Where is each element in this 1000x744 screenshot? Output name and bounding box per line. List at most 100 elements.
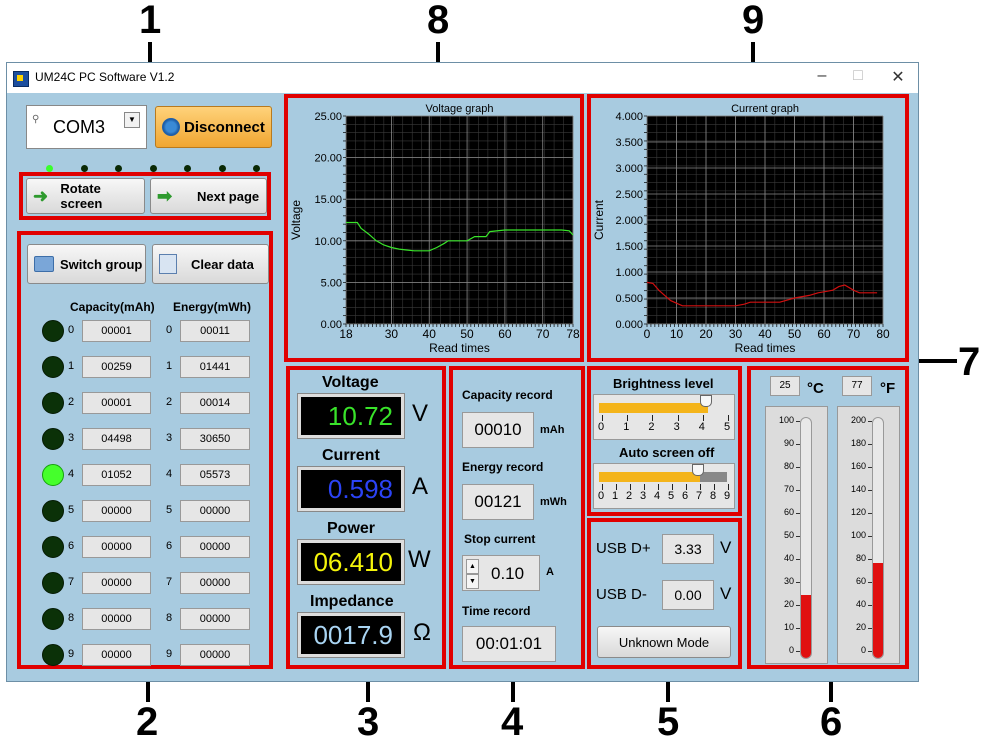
group-index: 3 bbox=[68, 432, 75, 444]
group-index: 1 bbox=[166, 360, 173, 372]
group-index: 5 bbox=[68, 504, 75, 516]
energy-header: Energy(mWh) bbox=[173, 300, 251, 314]
thermometer-tick-label: 140 bbox=[850, 484, 866, 494]
brightness-slider[interactable]: 0 1 2 3 4 5 bbox=[593, 394, 735, 440]
x-tick-label: 20 bbox=[699, 327, 713, 341]
thermometer-tick-label: 90 bbox=[783, 438, 794, 448]
chart-title: Voltage graph bbox=[426, 103, 494, 115]
temp-fahrenheit-value: 77 bbox=[842, 376, 872, 396]
group-index: 5 bbox=[166, 504, 173, 516]
thermometer-tick-label: 20 bbox=[855, 622, 866, 632]
window-title: UM24C PC Software V1.2 bbox=[35, 70, 175, 84]
group-index: 7 bbox=[166, 576, 173, 588]
maximize-icon[interactable]: □ bbox=[843, 67, 873, 85]
y-tick-label: 5.00 bbox=[321, 277, 342, 289]
group-indicator-led bbox=[42, 608, 64, 630]
y-tick-label: 2.000 bbox=[615, 215, 643, 227]
thermometer-tick-label: 30 bbox=[783, 576, 794, 586]
group-energy-value: 00000 bbox=[180, 536, 250, 558]
group-energy-value: 00000 bbox=[180, 644, 250, 666]
group-capacity-value: 00001 bbox=[82, 320, 151, 342]
x-tick-label: 60 bbox=[817, 327, 831, 341]
com-port-value: COM3 bbox=[53, 117, 106, 137]
capacity-header: Capacity(mAh) bbox=[70, 300, 155, 314]
disconnect-button[interactable]: Disconnect bbox=[155, 106, 272, 148]
group-indicator-led bbox=[42, 500, 64, 522]
x-tick-label: 70 bbox=[536, 327, 550, 341]
switch-group-button[interactable]: Switch group bbox=[27, 244, 146, 284]
thermometer-tick-label: 0 bbox=[788, 645, 794, 655]
chart-title: Current graph bbox=[731, 103, 799, 115]
next-page-button[interactable]: ➡ Next page bbox=[150, 178, 267, 214]
group-capacity-value: 00000 bbox=[82, 572, 151, 594]
y-tick-label: 1.500 bbox=[615, 241, 643, 253]
thermometer-tick-label: 60 bbox=[783, 507, 794, 517]
usb-dminus-label: USB D- bbox=[596, 586, 647, 603]
x-tick-label: 30 bbox=[385, 327, 399, 341]
rotate-arrow-icon: ➜ bbox=[33, 186, 49, 206]
time-record-value: 00:01:01 bbox=[462, 626, 556, 662]
x-tick-label: 0 bbox=[644, 327, 651, 341]
capacity-record-unit: mAh bbox=[540, 424, 565, 436]
x-tick-label: 30 bbox=[729, 327, 743, 341]
group-capacity-value: 00000 bbox=[82, 500, 151, 522]
group-energy-value: 05573 bbox=[180, 464, 250, 486]
stepper-up-icon[interactable]: ▲ bbox=[466, 559, 479, 574]
chevron-down-icon[interactable]: ▼ bbox=[124, 112, 140, 128]
usb-mode-button[interactable]: Unknown Mode bbox=[597, 626, 731, 658]
title-bar: UM24C PC Software V1.2 – □ ✕ bbox=[7, 63, 918, 93]
group-indicator-led bbox=[42, 428, 64, 450]
group-index: 6 bbox=[68, 540, 75, 552]
group-indicator-led bbox=[42, 644, 64, 666]
callout-number-1: 1 bbox=[139, 0, 162, 42]
thermometer-tick-label: 10 bbox=[783, 622, 794, 632]
y-tick-label: 3.000 bbox=[615, 163, 643, 175]
y-tick-label: 25.00 bbox=[314, 111, 342, 123]
stop-current-unit: A bbox=[546, 566, 554, 578]
group-energy-value: 00000 bbox=[180, 608, 250, 630]
com-port-select[interactable]: ⚲ COM3 ▼ bbox=[26, 105, 147, 149]
slider-tick-label: 0 bbox=[598, 490, 605, 502]
celsius-tube bbox=[800, 417, 812, 659]
auto-screen-off-slider[interactable]: 0123456789 bbox=[593, 463, 735, 509]
x-tick-label: 70 bbox=[847, 327, 861, 341]
stepper-down-icon[interactable]: ▼ bbox=[466, 574, 479, 589]
group-indicator-led bbox=[42, 536, 64, 558]
group-index: 6 bbox=[166, 540, 173, 552]
callout-number-7: 7 bbox=[958, 340, 981, 384]
slider-tick-label: 3 bbox=[673, 421, 680, 433]
power-display: 06.410 bbox=[297, 539, 405, 585]
slider-tick-label: 5 bbox=[724, 421, 731, 433]
brightness-thumb-icon[interactable] bbox=[699, 395, 712, 407]
thermometer-tick-label: 100 bbox=[778, 415, 794, 425]
x-tick-label: 40 bbox=[423, 327, 437, 341]
clear-data-button[interactable]: Clear data bbox=[152, 244, 269, 284]
group-indicator-led bbox=[42, 356, 64, 378]
thermometer-tick-label: 120 bbox=[850, 507, 866, 517]
minimize-icon[interactable]: – bbox=[807, 67, 837, 85]
usb-dplus-value: 3.33 bbox=[662, 534, 714, 564]
group-energy-value: 01441 bbox=[180, 356, 250, 378]
x-tick-label: 60 bbox=[498, 327, 512, 341]
temp-celsius-value: 25 bbox=[770, 376, 800, 396]
page-dot bbox=[80, 165, 88, 172]
stop-current-stepper[interactable]: ▲ ▼ 0.10 bbox=[462, 555, 540, 591]
time-record-label: Time record bbox=[462, 604, 531, 618]
thermometer-tick-label: 40 bbox=[855, 599, 866, 609]
callout-number-3: 3 bbox=[357, 700, 380, 744]
group-indicator-led bbox=[42, 464, 64, 486]
x-tick-label: 50 bbox=[788, 327, 802, 341]
group-index: 7 bbox=[68, 576, 75, 588]
callout-number-9: 9 bbox=[742, 0, 765, 42]
energy-record-unit: mWh bbox=[540, 496, 567, 508]
thermometer-tick-label: 80 bbox=[783, 461, 794, 471]
x-tick-label: 78 bbox=[566, 327, 580, 341]
thermometer-tick-label: 80 bbox=[855, 553, 866, 563]
slider-tick-label: 0 bbox=[598, 421, 605, 433]
y-tick-label: 1.000 bbox=[615, 267, 643, 279]
close-icon[interactable]: ✕ bbox=[883, 67, 913, 87]
screenoff-thumb-icon[interactable] bbox=[692, 464, 704, 476]
page-dot bbox=[46, 165, 53, 172]
energy-record-label: Energy record bbox=[462, 460, 544, 474]
rotate-screen-button[interactable]: ➜ Rotate screen bbox=[26, 178, 145, 214]
